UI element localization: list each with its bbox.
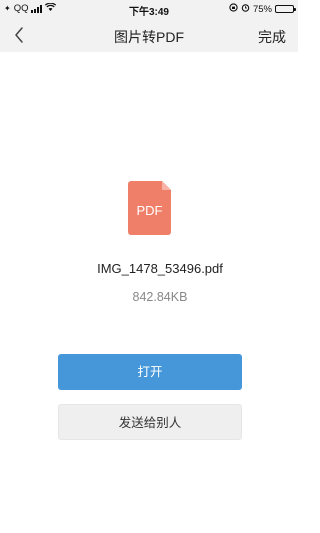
- pdf-icon-label: PDF: [136, 203, 163, 218]
- status-right: 75%: [229, 3, 296, 15]
- send-to-others-button[interactable]: 发送给别人: [58, 404, 242, 440]
- file-name: IMG_1478_53496.pdf: [97, 261, 223, 276]
- battery-percent: 75%: [252, 3, 272, 15]
- done-button[interactable]: 完成: [258, 27, 286, 47]
- orientation-lock-icon: [229, 3, 238, 15]
- page-title: 图片转PDF: [114, 29, 184, 45]
- open-button[interactable]: 打开: [58, 354, 242, 390]
- battery-icon: [275, 5, 296, 13]
- alarm-icon: [241, 3, 250, 15]
- status-bar: ✦ QQ 下午3:49 75%: [0, 0, 298, 18]
- pdf-file-icon: PDF: [128, 181, 171, 235]
- file-size: 842.84KB: [132, 290, 188, 304]
- navigation-bar: 图片转PDF 完成: [0, 18, 298, 52]
